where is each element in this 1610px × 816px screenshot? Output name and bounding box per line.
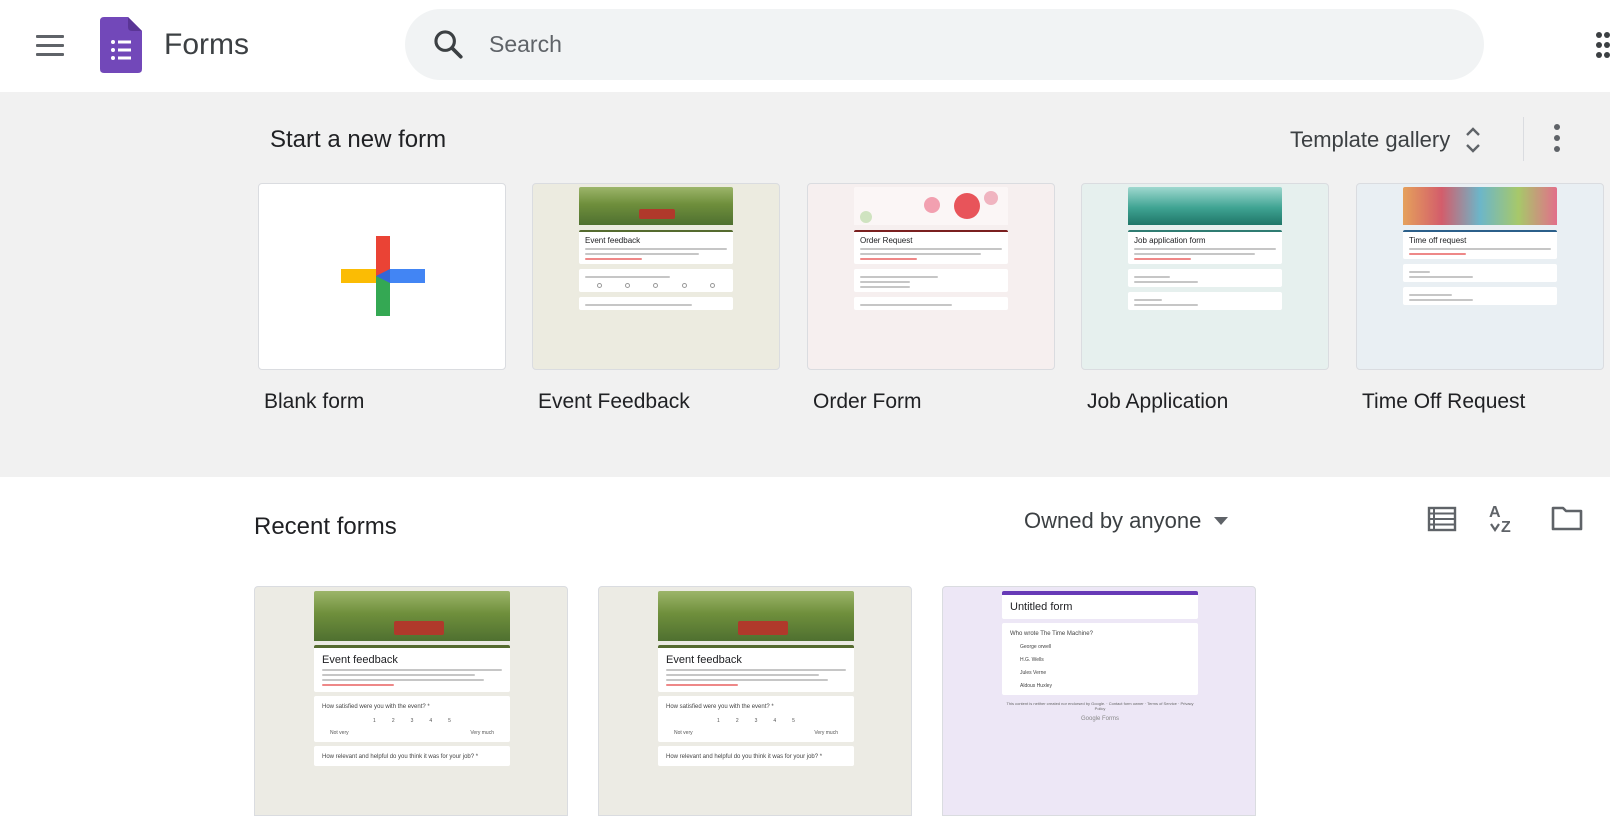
divider xyxy=(1523,117,1524,161)
event-banner-image xyxy=(314,591,510,641)
preview-scale: 12345 xyxy=(717,718,795,724)
template-time-off-request[interactable]: Time off request Time Off Request xyxy=(1356,183,1604,414)
preview-question: How satisfied were you with the event? * xyxy=(322,704,430,710)
plus-icon xyxy=(341,236,425,316)
recent-forms-heading: Recent forms xyxy=(254,513,397,540)
template-section: Start a new form Template gallery Blank … xyxy=(0,92,1610,477)
event-banner-image xyxy=(658,591,854,641)
event-banner-image xyxy=(579,187,733,225)
more-vert-icon[interactable] xyxy=(1545,120,1569,156)
template-thumbnail[interactable]: Order Request xyxy=(807,183,1055,370)
hamburger-icon xyxy=(36,35,64,38)
main-menu-button[interactable] xyxy=(30,28,70,64)
list-view-icon[interactable] xyxy=(1424,500,1460,536)
preview-title: Event feedback xyxy=(585,236,641,245)
template-label: Job Application xyxy=(1087,390,1229,413)
preview-question: How satisfied were you with the event? * xyxy=(666,704,774,710)
template-job-application[interactable]: Job application form Job Application xyxy=(1081,183,1329,414)
unfold-icon xyxy=(1466,127,1481,153)
preview-title: Event feedback xyxy=(322,654,398,666)
preview-scale: 12345 xyxy=(373,718,451,724)
search-input[interactable] xyxy=(489,9,1389,80)
top-bar: Forms xyxy=(0,0,1610,92)
order-banner-image xyxy=(854,187,1008,225)
search-bar[interactable] xyxy=(405,9,1484,80)
recent-form-card[interactable]: Untitled form Who wrote The Time Machine… xyxy=(942,586,1256,816)
dropdown-arrow-icon xyxy=(1214,517,1229,525)
template-label: Time Off Request xyxy=(1362,390,1526,413)
preview-title: Untitled form xyxy=(1010,601,1073,613)
google-apps-icon[interactable] xyxy=(1594,31,1610,59)
template-label: Order Form xyxy=(813,390,922,413)
recent-form-card[interactable]: Event feedback How satisfied were you wi… xyxy=(598,586,912,816)
template-thumbnail[interactable]: Time off request xyxy=(1356,183,1604,370)
owner-filter-label: Owned by anyone xyxy=(1024,508,1202,533)
template-gallery-button[interactable]: Template gallery xyxy=(1290,122,1482,158)
preview-title: Time off request xyxy=(1409,236,1467,245)
preview-footer: This content is neither created nor endo… xyxy=(1006,701,1194,711)
app-title: Forms xyxy=(164,28,249,61)
template-thumbnail[interactable]: Event feedback xyxy=(532,183,780,370)
template-order-form[interactable]: Order Request Order Form xyxy=(807,183,1055,414)
preview-question: Who wrote The Time Machine? xyxy=(1010,631,1093,637)
sort-az-icon[interactable]: A Z xyxy=(1486,500,1522,536)
template-label: Event Feedback xyxy=(538,390,690,413)
svg-text:A: A xyxy=(1489,504,1501,521)
preview-title: Order Request xyxy=(860,236,913,245)
template-section-heading: Start a new form xyxy=(270,126,447,153)
job-banner-image xyxy=(1128,187,1282,225)
recent-form-card[interactable]: Event feedback How satisfied were you wi… xyxy=(254,586,568,816)
preview-title: Job application form xyxy=(1134,236,1206,245)
template-event-feedback[interactable]: Event feedback Event Feedback xyxy=(532,183,780,414)
folder-icon[interactable] xyxy=(1549,500,1585,536)
template-label: Blank form xyxy=(264,390,365,413)
preview-question: How relevant and helpful do you think it… xyxy=(666,754,823,760)
owner-filter-dropdown[interactable]: Owned by anyone xyxy=(1024,505,1229,537)
svg-text:Z: Z xyxy=(1501,519,1511,536)
template-thumbnail[interactable] xyxy=(258,183,506,370)
template-gallery-label: Template gallery xyxy=(1290,127,1451,152)
timeoff-banner-image xyxy=(1403,187,1557,225)
template-thumbnail[interactable]: Job application form xyxy=(1081,183,1329,370)
preview-title: Event feedback xyxy=(666,654,742,666)
preview-question: How relevant and helpful do you think it… xyxy=(322,754,479,760)
template-blank-form[interactable]: Blank form xyxy=(258,183,506,414)
preview-brand: Google Forms xyxy=(1080,716,1119,722)
search-icon[interactable] xyxy=(431,27,465,61)
forms-logo-icon[interactable] xyxy=(100,17,142,73)
